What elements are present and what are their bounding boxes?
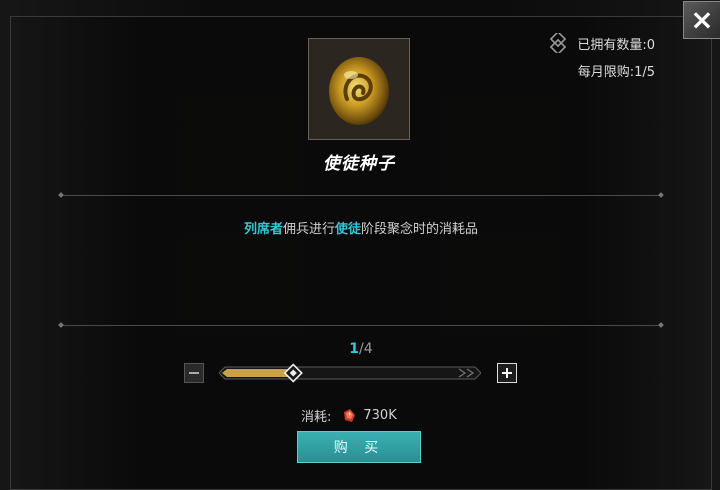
knot-icon xyxy=(550,33,567,53)
cost-label: 消耗: xyxy=(301,410,332,425)
divider-top xyxy=(61,195,661,196)
divider-bottom xyxy=(61,325,661,326)
monthly-limit: 每月限购:1/5 xyxy=(577,65,655,80)
quantity-max: 4 xyxy=(363,341,373,357)
description-highlight-role: 列席者 xyxy=(243,222,283,237)
purchase-dialog: 使徒种子 已拥有数量:0 每月限购:1/5 列席者佣兵进行使徒阶段聚念时的消耗品… xyxy=(10,1,720,490)
quantity-current: 1 xyxy=(349,341,360,357)
increase-button[interactable] xyxy=(497,363,517,383)
close-icon: × xyxy=(690,3,714,36)
plus-icon xyxy=(502,368,512,378)
cost-row: 消耗: 730K xyxy=(301,406,397,425)
quantity-slider[interactable] xyxy=(218,363,482,383)
decrease-button[interactable] xyxy=(184,363,204,383)
description-text: 阶段聚念时的消耗品 xyxy=(361,222,479,237)
description-highlight-stage: 使徒 xyxy=(335,222,362,237)
item-icon-frame xyxy=(308,38,410,140)
minus-icon xyxy=(189,372,199,374)
red-gem-icon xyxy=(344,408,356,422)
slider-fill xyxy=(222,369,294,377)
owned-count-label: 已拥有数量:0 xyxy=(577,37,655,53)
cost-amount: 730K xyxy=(363,408,397,423)
item-description: 列席者佣兵进行使徒阶段聚念时的消耗品 xyxy=(61,218,661,237)
item-name: 使徒种子 xyxy=(323,154,395,174)
quantity-counter: 1/4 xyxy=(321,341,401,357)
description-text: 佣兵进行 xyxy=(282,222,335,237)
owned-count: 已拥有数量:0 xyxy=(548,33,655,53)
buy-button[interactable]: 购 买 xyxy=(297,431,421,463)
close-button[interactable]: × xyxy=(683,1,720,39)
amber-seed-icon xyxy=(329,57,389,125)
